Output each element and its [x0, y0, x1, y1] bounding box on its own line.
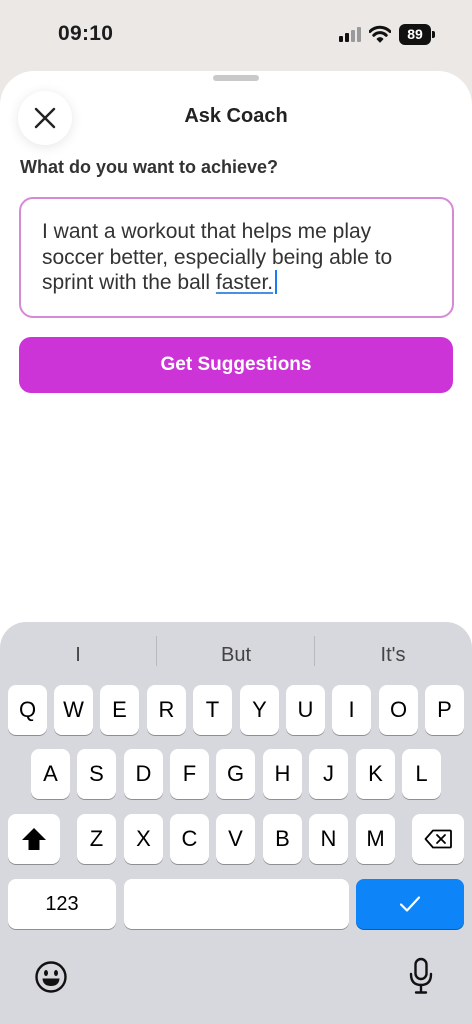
dictation-key[interactable]: [404, 956, 438, 996]
key-v[interactable]: V: [216, 814, 255, 864]
key-a[interactable]: A: [31, 749, 70, 799]
suggestion-1[interactable]: I: [38, 642, 118, 668]
key-y[interactable]: Y: [240, 685, 279, 735]
key-l[interactable]: L: [402, 749, 441, 799]
key-p[interactable]: P: [425, 685, 464, 735]
status-bar: 09:10 89: [0, 0, 472, 72]
goal-text-underlined: faster.: [215, 271, 274, 294]
emoji-key[interactable]: [32, 958, 70, 996]
key-z[interactable]: Z: [77, 814, 116, 864]
get-suggestions-button[interactable]: Get Suggestions: [19, 337, 453, 393]
key-e[interactable]: E: [100, 685, 139, 735]
key-o[interactable]: O: [379, 685, 418, 735]
shift-icon: [22, 828, 46, 850]
key-x[interactable]: X: [124, 814, 163, 864]
status-time: 09:10: [58, 22, 114, 45]
key-b[interactable]: B: [263, 814, 302, 864]
text-caret: [275, 270, 278, 294]
key-g[interactable]: G: [216, 749, 255, 799]
prompt-label: What do you want to achieve?: [20, 157, 279, 177]
keyboard: I But It's Q W E R T Y U I O P A S D F G…: [0, 622, 472, 1024]
suggestion-divider: [314, 636, 315, 666]
suggestion-divider: [156, 636, 157, 666]
key-f[interactable]: F: [170, 749, 209, 799]
key-i[interactable]: I: [332, 685, 371, 735]
key-r[interactable]: R: [147, 685, 186, 735]
key-t[interactable]: T: [193, 685, 232, 735]
wifi-icon: [368, 25, 392, 43]
emoji-icon: [35, 961, 67, 993]
backspace-key[interactable]: [412, 814, 464, 864]
key-n[interactable]: N: [309, 814, 348, 864]
key-j[interactable]: J: [309, 749, 348, 799]
key-w[interactable]: W: [54, 685, 93, 735]
key-s[interactable]: S: [77, 749, 116, 799]
battery-indicator: 89: [399, 24, 435, 45]
key-u[interactable]: U: [286, 685, 325, 735]
key-m[interactable]: M: [356, 814, 395, 864]
checkmark-icon: [399, 896, 421, 912]
key-c[interactable]: C: [170, 814, 209, 864]
sheet-grabber[interactable]: [213, 75, 259, 81]
backspace-icon: [424, 829, 452, 849]
suggestion-2[interactable]: But: [196, 642, 276, 668]
shift-key[interactable]: [8, 814, 60, 864]
sheet-title: Ask Coach: [184, 105, 288, 127]
key-q[interactable]: Q: [8, 685, 47, 735]
suggestion-3[interactable]: It's: [353, 642, 433, 668]
numbers-key[interactable]: 123: [8, 879, 116, 929]
key-d[interactable]: D: [124, 749, 163, 799]
space-key[interactable]: [124, 879, 349, 929]
goal-textarea[interactable]: I want a workout that helps me play socc…: [19, 197, 454, 318]
key-k[interactable]: K: [356, 749, 395, 799]
done-key[interactable]: [356, 879, 464, 929]
signal-icon: [339, 27, 363, 42]
key-h[interactable]: H: [263, 749, 302, 799]
microphone-icon: [409, 957, 433, 994]
